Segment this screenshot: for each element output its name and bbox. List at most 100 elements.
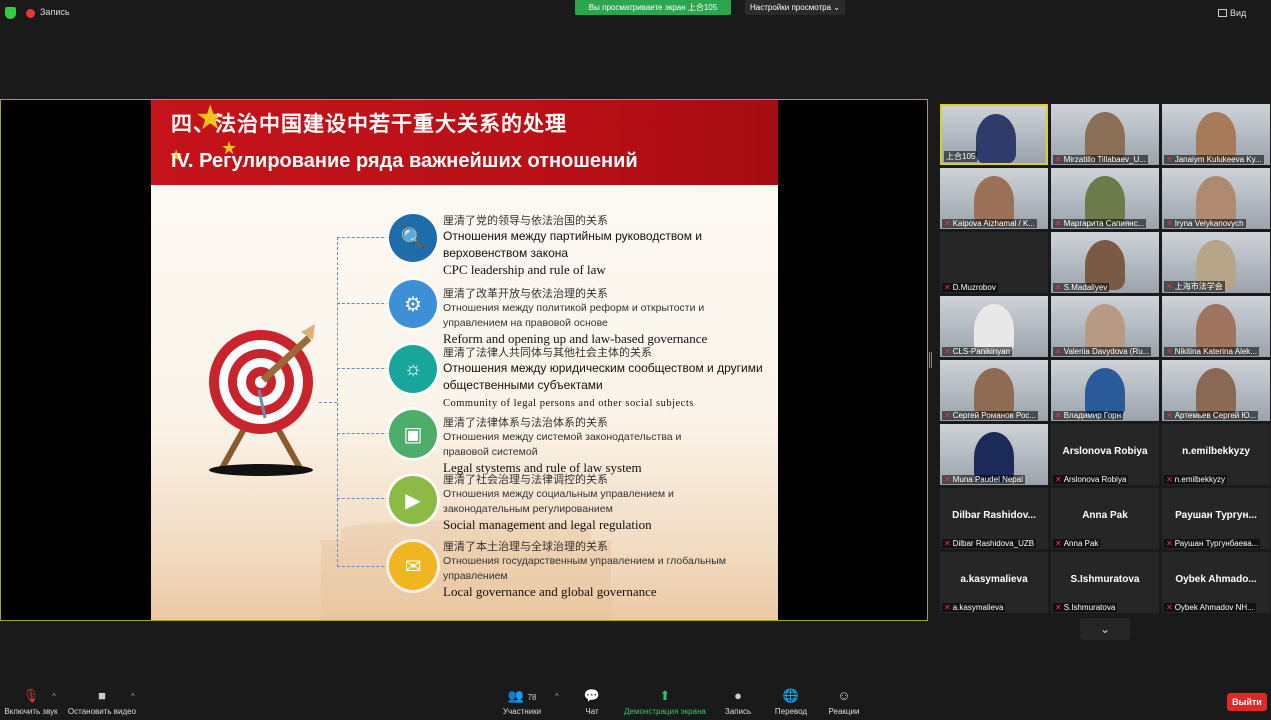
participant-name: D.Muzrobov [952,283,996,292]
participant-tile[interactable]: n.emilbekkyzy ✕ n.emilbekkyzy [1162,424,1270,485]
gear-icon: ⚙ [389,280,437,328]
mic-muted-icon: ✕ [1055,539,1062,548]
item-en: Reform and opening up and law-based gove… [443,331,708,346]
slide-item: 厘清了党的领导与依法治国的关系 Отношения между партийны… [443,214,763,278]
grid-view-icon[interactable] [1218,9,1227,17]
gallery-scroll-down-button[interactable]: ⌄ [1080,618,1130,640]
mic-muted-icon: ✕ [944,283,951,292]
presentation-slide: ★ ★ ★ 四、法治中国建设中若干重大关系的处理 IV. Регулирован… [151,100,778,620]
connector-line [337,566,389,567]
chat-button[interactable]: 💬 Чат [578,688,606,716]
share-screen-label: Демонстрация экрана [624,707,706,716]
connector-line [319,402,337,403]
participant-name: Раушан Тургунбаева... [1174,539,1259,548]
participant-name: Arslonova Robiya [1063,475,1127,484]
record-icon: ● [734,688,742,703]
participant-name-label: ✕ Kaipova Aizhamal / K... [942,219,1037,228]
participant-name-label: ✕ Nikitina Katerina Alek... [1164,347,1259,356]
participant-tile[interactable]: ✕ 上海市法学会 [1162,232,1270,293]
item-en: Local governance and global governance [443,584,657,599]
participant-tile[interactable]: ✕ Janaiym Kulukeeva Ky... [1162,104,1270,165]
participant-tile[interactable]: Dilbar Rashidov... ✕ Dilbar Rashidova_UZB [940,488,1048,549]
mic-muted-icon: ✕ [944,603,951,612]
caret-up-icon[interactable]: ^ [555,692,559,701]
participant-tile[interactable]: S.Ishmuratova ✕ S.Ishmuratova [1051,552,1159,613]
globe-icon: 🌐 [782,688,800,703]
participant-tile[interactable]: ✕ Сергей Романов Рос... [940,360,1048,421]
mic-muted-icon: ✕ [1055,155,1062,164]
participants-button[interactable]: 👥 78 Участники [500,688,544,716]
participant-name-label: ✕ Маргарита Сапиянс... [1053,219,1147,228]
participant-name-label: ✕ Mirzatillo Tillabaev_U... [1053,155,1148,164]
view-settings-label: Настройки просмотра [750,3,832,12]
participant-video-avatar [976,114,1016,163]
participant-name-label: ✕ CLS-Panikinyan [942,347,1013,356]
connector-line [337,237,389,238]
item-ru: Отношения между юридическим сообществом … [443,361,763,392]
participant-tile[interactable]: ✕ Valeriia Davydova (Ru... [1051,296,1159,357]
participant-display-name: Раушан Тургун... [1175,510,1257,521]
record-button[interactable]: ● Запись [722,688,754,716]
share-screen-button[interactable]: ⬆ Демонстрация экрана [620,688,710,716]
share-screen-icon: ⬆ [659,688,671,703]
mic-muted-icon: ✕ [1166,603,1173,612]
leave-button[interactable]: Выйти [1227,693,1267,711]
participant-tile[interactable]: a.kasymalieva ✕ a.kasymalieva [940,552,1048,613]
caret-up-icon[interactable]: ^ [52,692,56,701]
participant-tile[interactable]: ✕ Владимир Горн [1051,360,1159,421]
participant-name-label: ✕ 上海市法学会 [1164,281,1225,292]
record-label: Запись [724,707,752,716]
participant-tile[interactable]: ✕ Артемьев Сергей Ю... [1162,360,1270,421]
participant-tile[interactable]: ✕ CLS-Panikinyan [940,296,1048,357]
participant-tile[interactable]: Anna Pak ✕ Anna Pak [1051,488,1159,549]
participant-name-label: ✕ Arslonova Robiya [1053,475,1129,484]
participant-tile[interactable]: ✕ Iryna Velykanovych [1162,168,1270,229]
mic-muted-icon: ✕ [944,219,951,228]
participant-name-label: ✕ Valeriia Davydova (Ru... [1053,347,1152,356]
participant-name-label: ✕ S.Madaliyev [1053,283,1110,292]
participant-tile[interactable]: 上合105 [940,104,1048,165]
caret-up-icon[interactable]: ^ [131,692,135,701]
item-en: Community of legal persons and other soc… [443,398,694,409]
magnifier-icon: 🔍 [389,214,437,262]
participant-tile[interactable]: ✕ D.Muzrobov [940,232,1048,293]
participant-tile[interactable]: Arslonova Robiya ✕ Arslonova Robiya [1051,424,1159,485]
participant-tile[interactable]: ✕ Muna Paudel Nepal [940,424,1048,485]
slide-item: 厘清了法律人共同体与其他社会主体的关系 Отношения между юрид… [443,346,763,412]
slide-item: 厘清了本土治理与全球治理的关系 Отношения государственны… [443,540,763,600]
slide-item: 厘清了社会治理与法律调控的关系 Отношения между социальн… [443,473,763,533]
participant-tile[interactable]: ✕ Маргарита Сапиянс... [1051,168,1159,229]
translate-button[interactable]: 🌐 Перевод [772,688,810,716]
connector-line [337,237,338,567]
participant-name: Oybek Ahmadov NH... [1174,603,1254,612]
participant-tile[interactable]: ✕ Mirzatillo Tillabaev_U... [1051,104,1159,165]
participant-tile[interactable]: Раушан Тургун... ✕ Раушан Тургунбаева... [1162,488,1270,549]
security-shield-icon[interactable] [5,7,16,19]
view-button[interactable]: Вид [1230,8,1246,18]
reactions-button[interactable]: ☺ Реакции [826,688,862,716]
camera-icon: ▣ [389,410,437,458]
mic-muted-icon: ✕ [944,539,951,548]
translate-label: Перевод [774,707,808,716]
play-icon: ▶ [389,476,437,524]
slide-title-chinese: 四、法治中国建设中若干重大关系的处理 [171,113,567,136]
participant-name: Артемьев Сергей Ю... [1174,411,1257,420]
participants-count: 78 [527,693,537,702]
participant-tile[interactable]: Oybek Ahmado... ✕ Oybek Ahmadov NH... [1162,552,1270,613]
participant-name: 上海市法学会 [1174,282,1223,291]
participant-tile[interactable]: ✕ Kaipova Aizhamal / K... [940,168,1048,229]
stop-video-button[interactable]: ■ Остановить видео [66,688,138,716]
mic-muted-icon: ✕ [1166,411,1173,420]
reactions-label: Реакции [828,707,860,716]
item-cn: 厘清了法律人共同体与其他社会主体的关系 [443,347,652,359]
participant-name-label: ✕ Muna Paudel Nepal [942,475,1025,484]
participant-display-name: Anna Pak [1082,510,1128,521]
mic-muted-icon: ✕ [1055,411,1062,420]
mail-icon: ✉ [389,542,437,590]
view-settings-button[interactable]: Настройки просмотра ⌄ [745,0,845,15]
mic-muted-icon: ✕ [1166,219,1173,228]
target-illustration-icon [209,324,315,476]
participant-tile[interactable]: ✕ S.Madaliyev [1051,232,1159,293]
panel-resize-handle[interactable] [929,352,932,368]
participant-tile[interactable]: ✕ Nikitina Katerina Alek... [1162,296,1270,357]
